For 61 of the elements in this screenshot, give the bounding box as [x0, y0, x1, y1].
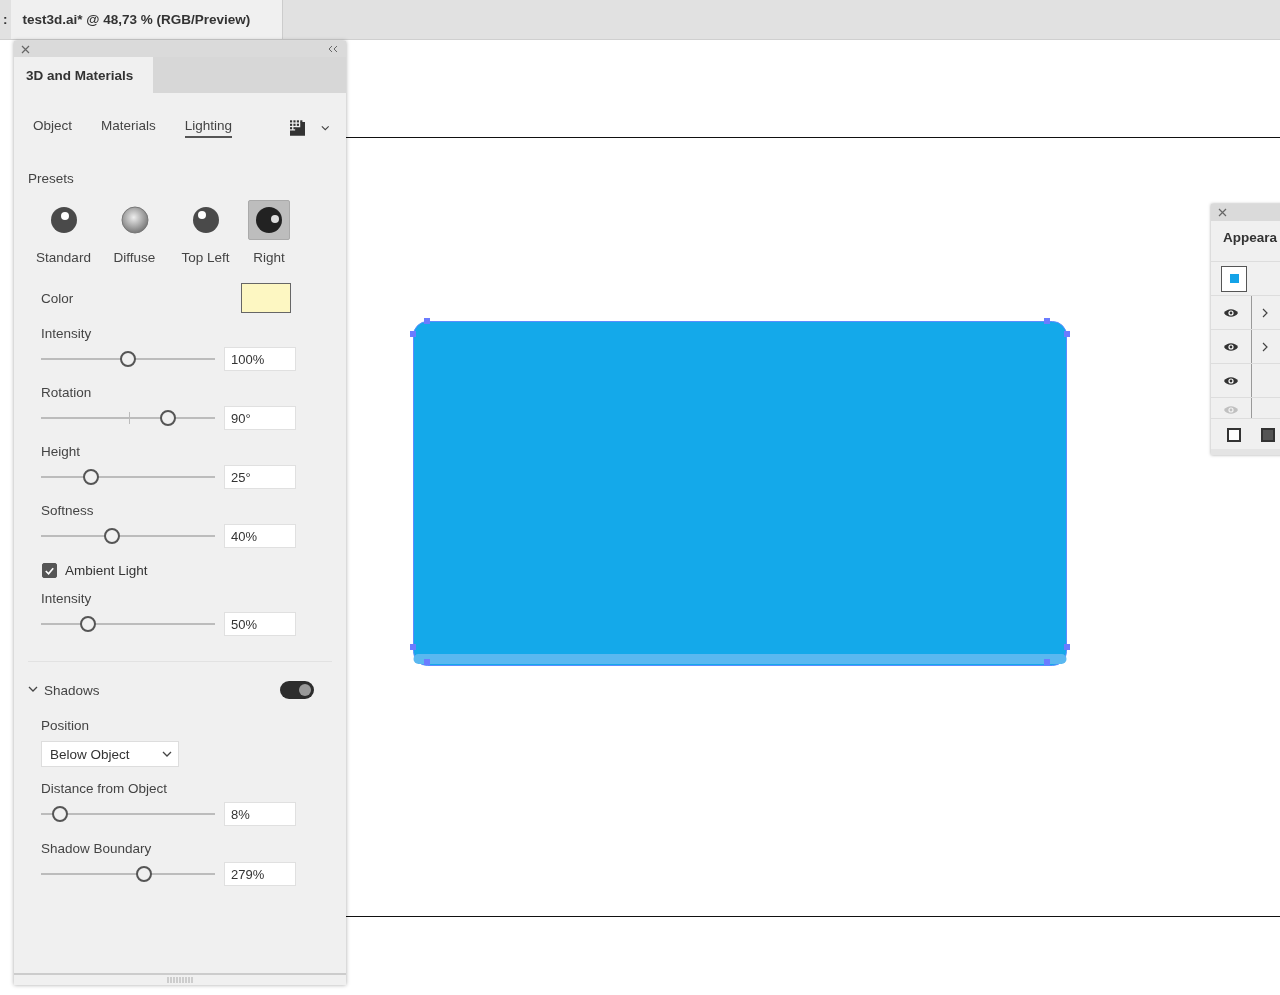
checkbox-label: Ambient Light [65, 563, 148, 578]
slider-thumb[interactable] [104, 528, 121, 544]
section-label: Shadows [44, 682, 100, 698]
section-label: Presets [28, 171, 75, 186]
chevron-down-icon[interactable] [321, 125, 330, 131]
slider-thumb[interactable] [120, 351, 136, 367]
stroke-square-icon[interactable] [1227, 428, 1241, 442]
chevron-down-icon [162, 751, 172, 757]
field-label: Shadow Boundary [41, 841, 153, 858]
panel-title: Appeara [1222, 229, 1279, 247]
field-label: Height [41, 444, 82, 461]
document-tab[interactable]: test3d.ai* @ 48,73 % (RGB/Preview) [10, 0, 283, 39]
slider-thumb[interactable] [52, 806, 69, 822]
sphere-icon [49, 206, 78, 234]
chevron-down-icon[interactable] [28, 686, 38, 694]
slider-thumb[interactable] [135, 866, 152, 882]
eye-icon[interactable] [1223, 374, 1239, 387]
sphere-icon [191, 206, 220, 234]
checkbox[interactable] [42, 563, 57, 578]
collapse-icon[interactable] [328, 45, 338, 53]
slider-thumb[interactable] [160, 410, 176, 426]
slider-thumb[interactable] [83, 469, 100, 485]
preset-label: Right [253, 250, 285, 265]
preset-button[interactable] [248, 200, 290, 240]
value-field[interactable]: 100% [224, 347, 296, 371]
preset-label: Top Left [181, 250, 230, 265]
value-field[interactable]: 279% [224, 862, 296, 886]
eye-icon[interactable] [1223, 340, 1239, 353]
value-field[interactable]: 50% [224, 612, 296, 636]
field-label: Rotation [41, 385, 93, 402]
field-label: Color [41, 290, 74, 306]
field-label: Distance from Object [41, 781, 169, 798]
tab[interactable]: Object [33, 118, 73, 138]
field-label: Position [41, 718, 91, 733]
preset-label: Diffuse [113, 250, 156, 265]
chevron-right-icon[interactable] [1261, 341, 1269, 352]
object-thumbnail[interactable] [1221, 265, 1247, 292]
field-label: Intensity [41, 591, 93, 608]
value-field[interactable]: 25° [224, 465, 296, 489]
field-label: Intensity [41, 326, 93, 343]
value-field[interactable]: 40% [224, 524, 296, 548]
sphere-icon [120, 206, 149, 234]
render-settings-icon[interactable] [290, 119, 306, 137]
eye-icon[interactable] [1223, 306, 1239, 319]
position-dropdown[interactable]: Below Object [41, 741, 179, 767]
tab[interactable]: Lighting [184, 118, 233, 138]
resize-grip-icon[interactable] [167, 977, 193, 983]
document-tab[interactable]: : [0, 0, 11, 39]
slider-thumb[interactable] [79, 616, 96, 632]
chevron-right-icon[interactable] [1261, 307, 1269, 318]
tab[interactable]: Materials [101, 118, 156, 138]
preset-label: Standard [36, 250, 91, 265]
field-label: Softness [41, 503, 95, 520]
panel-tab[interactable]: 3D and Materials [14, 57, 153, 93]
toggle-switch[interactable] [280, 681, 314, 699]
sphere-icon [255, 206, 283, 234]
value-field[interactable]: 8% [224, 802, 296, 826]
close-icon[interactable] [21, 44, 30, 54]
close-icon[interactable] [1218, 208, 1227, 217]
color-swatch[interactable] [241, 283, 291, 313]
value-field[interactable]: 90° [224, 406, 296, 430]
